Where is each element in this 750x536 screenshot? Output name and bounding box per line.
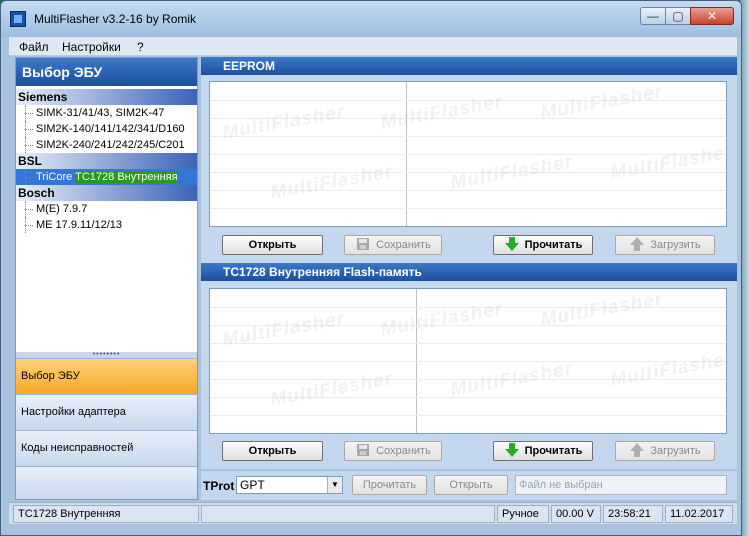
menu-file[interactable]: Файл xyxy=(19,40,49,54)
watermark: MultiFlasher xyxy=(379,91,505,134)
status-ecu: TC1728 Внутренняя xyxy=(13,505,199,523)
status-date: 11.02.2017 xyxy=(665,505,733,523)
tree-item-highlight: TC1728 Внутренняя xyxy=(75,171,178,183)
maximize-button[interactable]: ▢ xyxy=(665,7,691,25)
status-empty xyxy=(201,505,495,523)
minimize-button[interactable]: — xyxy=(640,7,666,25)
menu-settings[interactable]: Настройки xyxy=(62,40,121,54)
status-time: 23:58:21 xyxy=(603,505,663,523)
nav-empty-slot xyxy=(16,466,197,499)
tree-item[interactable]: SIMK-31/41/43, SIM2K-47 xyxy=(16,105,197,121)
ecu-panel-title: Выбор ЭБУ xyxy=(16,58,197,86)
tree-item[interactable]: M(E) 7.9.7 xyxy=(16,201,197,217)
flash-read-label: Прочитать xyxy=(524,445,583,457)
flash-section: MultiFlasher MultiFlasher MultiFlasher M… xyxy=(201,281,737,469)
nav-fault-codes[interactable]: Коды неисправностей xyxy=(16,430,197,466)
watermark: MultiFlasher xyxy=(269,161,395,204)
tprot-select-value: GPT xyxy=(240,478,265,492)
app-window: MultiFlasher v3.2-16 by Romik — ▢ ✕ Файл… xyxy=(0,0,742,536)
title-bar[interactable]: MultiFlasher v3.2-16 by Romik — ▢ ✕ xyxy=(1,1,741,37)
flash-open-button[interactable]: Открыть xyxy=(222,441,323,461)
status-voltage: 00.00 V xyxy=(551,505,601,523)
tree-item[interactable]: SIM2K-140/141/142/341/D160 xyxy=(16,121,197,137)
grid-line xyxy=(210,343,726,344)
flash-save-button[interactable]: Сохранить xyxy=(344,441,442,461)
watermark: MultiFlasher xyxy=(609,141,727,184)
arrow-down-icon xyxy=(504,443,520,457)
close-button[interactable]: ✕ xyxy=(690,7,734,25)
chevron-down-icon[interactable]: ▼ xyxy=(327,477,342,493)
watermark: MultiFlasher xyxy=(221,101,347,144)
watermark: MultiFlasher xyxy=(221,308,347,351)
menu-help[interactable]: ? xyxy=(137,40,144,54)
tprot-read-button[interactable]: Прочитать xyxy=(352,475,427,495)
tprot-open-button[interactable]: Открыть xyxy=(434,475,508,495)
tprot-label: TProt xyxy=(203,479,235,493)
status-mode: Ручное xyxy=(497,505,549,523)
nav-ecu-select[interactable]: Выбор ЭБУ xyxy=(16,358,197,394)
arrow-up-icon xyxy=(629,443,645,457)
watermark: MultiFlasher xyxy=(449,358,575,401)
eeprom-read-button[interactable]: Прочитать xyxy=(493,235,593,255)
file-path-field: Файл не выбран xyxy=(515,475,727,495)
grid-line xyxy=(210,208,726,209)
watermark: MultiFlasher xyxy=(449,151,575,194)
watermark: MultiFlasher xyxy=(609,348,727,391)
floppy-icon xyxy=(355,237,371,251)
flash-upload-label: Загрузить xyxy=(650,445,701,457)
eeprom-upload-label: Загрузить xyxy=(650,239,701,251)
floppy-icon xyxy=(355,443,371,457)
tree-item-prefix: TriCore xyxy=(36,171,73,183)
tree-group-siemens[interactable]: Siemens xyxy=(16,89,197,105)
eeprom-save-button[interactable]: Сохранить xyxy=(344,235,442,255)
menu-bar: Файл Настройки ? xyxy=(9,37,737,56)
eeprom-hex-view[interactable]: MultiFlasher MultiFlasher MultiFlasher M… xyxy=(209,81,727,227)
status-bar: TC1728 Внутренняя Ручное 00.00 V 23:58:2… xyxy=(9,502,737,524)
nav-adapter-settings[interactable]: Настройки адаптера xyxy=(16,394,197,430)
flash-upload-button[interactable]: Загрузить xyxy=(615,441,715,461)
flash-header: TC1728 Внутренняя Flash-память xyxy=(201,263,737,281)
eeprom-section: MultiFlasher MultiFlasher MultiFlasher M… xyxy=(201,75,737,263)
ecu-tree: Siemens SIMK-31/41/43, SIM2K-47 SIM2K-14… xyxy=(16,89,197,233)
tprot-select[interactable]: GPT ▼ xyxy=(236,476,343,494)
watermark: MultiFlasher xyxy=(379,298,505,341)
arrow-up-icon xyxy=(629,237,645,251)
arrow-down-icon xyxy=(504,237,520,251)
tprot-row: TProt GPT ▼ Прочитать Открыть Файл не выб… xyxy=(201,471,737,500)
flash-save-label: Сохранить xyxy=(376,445,431,457)
tree-item[interactable]: SIM2K-240/241/242/245/C201 xyxy=(16,137,197,153)
eeprom-open-button[interactable]: Открыть xyxy=(222,235,323,255)
eeprom-read-label: Прочитать xyxy=(524,239,583,251)
eeprom-save-label: Сохранить xyxy=(376,239,431,251)
ecu-select-panel: Выбор ЭБУ Siemens SIMK-31/41/43, SIM2K-4… xyxy=(15,57,198,500)
app-icon xyxy=(10,11,26,27)
window-title: MultiFlasher v3.2-16 by Romik xyxy=(34,12,197,26)
tree-item-selected[interactable]: TriCore TC1728 Внутренняя xyxy=(16,169,197,185)
flash-hex-view[interactable]: MultiFlasher MultiFlasher MultiFlasher M… xyxy=(209,288,727,434)
flash-read-button[interactable]: Прочитать xyxy=(493,441,593,461)
tree-group-bosch[interactable]: Bosch xyxy=(16,185,197,201)
grid-line xyxy=(210,415,726,416)
tree-group-bsl[interactable]: BSL xyxy=(16,153,197,169)
eeprom-upload-button[interactable]: Загрузить xyxy=(615,235,715,255)
eeprom-header: EEPROM xyxy=(201,57,737,75)
watermark: MultiFlasher xyxy=(269,368,395,411)
grid-line xyxy=(210,136,726,137)
tree-item[interactable]: ME 17.9.11/12/13 xyxy=(16,217,197,233)
